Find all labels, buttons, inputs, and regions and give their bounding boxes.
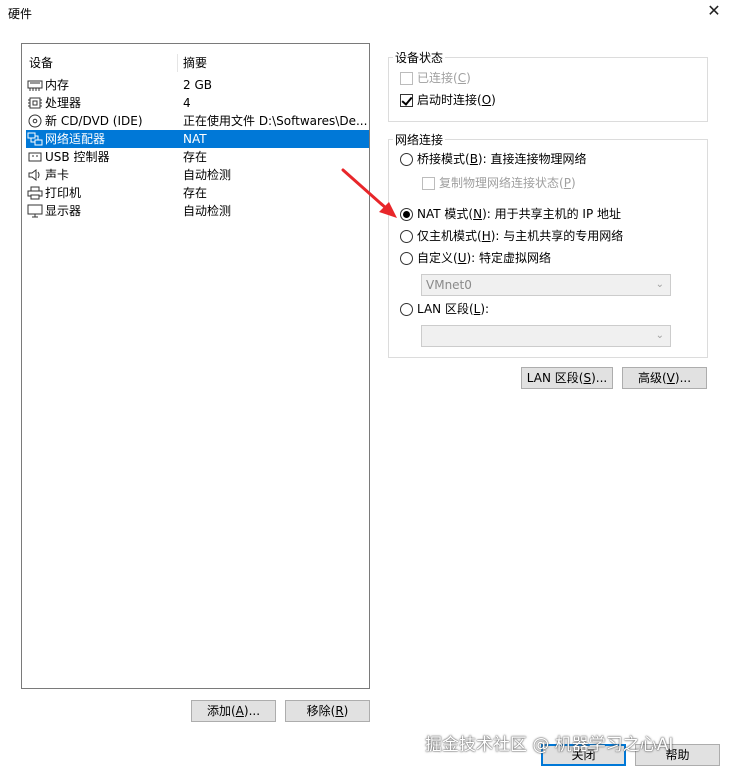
device-row-cd-dvd[interactable]: 新 CD/DVD (IDE) 正在使用文件 D:\Softwares\De... <box>26 112 369 130</box>
device-name: 内存 <box>45 78 70 92</box>
button-label: LAN 区段( <box>526 371 584 385</box>
connected-checkbox[interactable] <box>400 72 413 85</box>
device-list[interactable]: 设备 摘要 内存 2 GB 处理器 4 新 CD/DVD (IDE) 正在使用文… <box>21 43 370 689</box>
column-separator <box>177 54 178 72</box>
button-accesskey: V <box>666 371 675 385</box>
device-name: 声卡 <box>45 168 70 182</box>
device-row-usb[interactable]: USB 控制器 存在 <box>26 148 369 166</box>
device-name: 显示器 <box>45 204 82 218</box>
nat-label: NAT 模式(N): 用于共享主机的 IP 地址 <box>417 207 622 221</box>
device-summary: 4 <box>183 96 191 110</box>
network-icon <box>27 132 43 146</box>
chevron-down-icon: ⌄ <box>655 330 664 341</box>
device-summary: 正在使用文件 D:\Softwares\De... <box>183 114 368 128</box>
cd-icon <box>27 114 43 128</box>
monitor-icon <box>27 204 43 218</box>
annotation-arrow-icon <box>341 168 397 218</box>
device-row-network-adapter[interactable]: 网络适配器 NAT <box>26 130 369 148</box>
button-accesskey: S <box>583 371 592 385</box>
host-only-label: 仅主机模式(H): 与主机共享的专用网络 <box>417 229 624 243</box>
advanced-button[interactable]: 高级(V)... <box>622 367 707 389</box>
button-accesskey: A <box>235 704 244 718</box>
device-row-printer[interactable]: 打印机 存在 <box>26 184 369 202</box>
device-row-memory[interactable]: 内存 2 GB <box>26 76 369 94</box>
button-accesskey: R <box>335 704 344 718</box>
device-name: 打印机 <box>45 186 82 200</box>
device-status-title: 设备状态 <box>393 49 446 66</box>
replicate-state-label: 复制物理网络连接状态(P) <box>439 176 576 190</box>
device-row-sound[interactable]: 声卡 自动检测 <box>26 166 369 184</box>
select-value: VMnet0 <box>426 278 472 292</box>
window-title: 硬件 <box>8 7 33 21</box>
connect-on-start-label: 启动时连接(O) <box>417 93 496 107</box>
button-label: 添加( <box>206 704 236 718</box>
device-list-header: 设备 摘要 <box>22 54 369 72</box>
cpu-icon <box>27 96 43 110</box>
button-label-suffix: )... <box>674 371 692 385</box>
device-summary: NAT <box>183 132 207 146</box>
lan-segment-label: LAN 区段(L): <box>417 302 490 316</box>
memory-icon <box>27 78 43 92</box>
button-label-suffix: )... <box>591 371 608 385</box>
remove-device-button[interactable]: 移除(R) <box>285 700 370 722</box>
device-status-group <box>388 57 708 122</box>
custom-label: 自定义(U): 特定虚拟网络 <box>417 251 552 265</box>
device-name: USB 控制器 <box>45 150 110 164</box>
usb-icon <box>27 150 43 164</box>
bridged-label: 桥接模式(B): 直接连接物理网络 <box>417 152 587 166</box>
lan-segment-radio[interactable] <box>400 303 413 316</box>
printer-icon <box>27 186 43 200</box>
host-only-radio[interactable] <box>400 230 413 243</box>
lan-segments-button[interactable]: LAN 区段(S)... <box>521 367 613 389</box>
button-label-suffix: ) <box>343 704 349 718</box>
custom-radio[interactable] <box>400 252 413 265</box>
chevron-down-icon: ⌄ <box>655 279 664 290</box>
button-label-suffix: )... <box>243 704 261 718</box>
device-name: 处理器 <box>45 96 82 110</box>
watermark-text: 掘金技术社区 @ 机器学习之心AI <box>425 735 674 755</box>
device-summary: 2 GB <box>183 78 212 92</box>
column-header-device[interactable]: 设备 <box>29 54 53 71</box>
add-device-button[interactable]: 添加(A)... <box>191 700 276 722</box>
device-name: 网络适配器 <box>45 132 106 146</box>
network-connection-title: 网络连接 <box>393 131 446 148</box>
connect-on-start-checkbox[interactable] <box>400 94 413 107</box>
column-header-summary[interactable]: 摘要 <box>183 54 207 71</box>
replicate-state-checkbox[interactable] <box>422 177 435 190</box>
button-label: 移除( <box>306 704 336 718</box>
device-row-display[interactable]: 显示器 自动检测 <box>26 202 369 220</box>
window-close-icon[interactable]: ✕ <box>705 2 723 20</box>
connected-label: 已连接(C) <box>417 71 471 85</box>
button-label: 高级( <box>637 371 667 385</box>
custom-network-select[interactable]: VMnet0 ⌄ <box>421 274 671 296</box>
lan-segment-select[interactable]: ⌄ <box>421 325 671 347</box>
device-name: 新 CD/DVD (IDE) <box>45 114 143 128</box>
device-row-cpu[interactable]: 处理器 4 <box>26 94 369 112</box>
speaker-icon <box>27 168 43 182</box>
